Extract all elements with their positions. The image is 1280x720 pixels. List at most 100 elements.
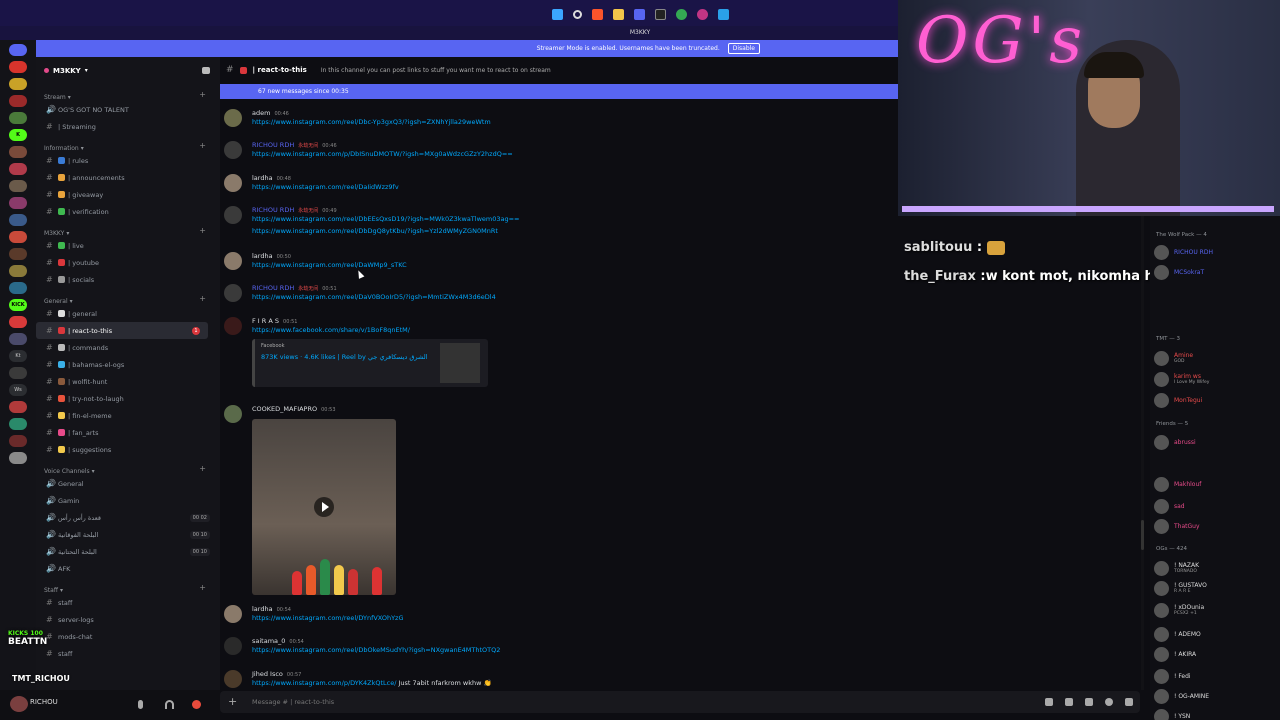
message-link[interactable]: https://www.instagram.com/reel/DaV0BOoIr… bbox=[252, 293, 496, 301]
channel-item[interactable]: # | verification bbox=[36, 203, 220, 220]
channel-item[interactable]: # | wolfit-hunt bbox=[36, 373, 220, 390]
message-composer[interactable]: + Message # | react-to-this bbox=[220, 691, 1140, 713]
server-icon[interactable] bbox=[9, 61, 27, 73]
member-item[interactable]: ! AKIRA bbox=[1154, 646, 1196, 662]
scrollbar-thumb[interactable] bbox=[1141, 520, 1144, 550]
channel-item[interactable]: 🔊 AFK bbox=[36, 560, 220, 577]
server-icon[interactable] bbox=[9, 265, 27, 277]
member-item[interactable]: abrussi bbox=[1154, 434, 1196, 450]
avatar[interactable] bbox=[224, 405, 242, 423]
server-icon[interactable] bbox=[9, 180, 27, 192]
add-attachment-icon[interactable]: + bbox=[228, 695, 237, 708]
add-channel-icon[interactable]: + bbox=[199, 294, 206, 303]
message-author[interactable]: lardha bbox=[252, 605, 273, 613]
gift-icon[interactable] bbox=[1045, 698, 1053, 706]
message-link[interactable]: https://www.instagram.com/reel/DYnfVXOhY… bbox=[252, 614, 404, 622]
terminal-icon[interactable] bbox=[654, 8, 666, 20]
category-header[interactable]: Staff ▾ + bbox=[36, 577, 220, 594]
member-item[interactable]: MonTegui bbox=[1154, 392, 1202, 408]
channel-item[interactable]: 🔊 Gamin bbox=[36, 492, 220, 509]
member-item[interactable]: MCSokraT bbox=[1154, 264, 1204, 280]
folder-icon[interactable] bbox=[612, 8, 624, 20]
settings-icon[interactable] bbox=[192, 700, 201, 709]
message-link[interactable]: https://www.instagram.com/p/DbISnuDMOTW/… bbox=[252, 150, 513, 158]
avatar[interactable] bbox=[224, 605, 242, 623]
headphones-icon[interactable] bbox=[165, 700, 174, 709]
new-messages-bar[interactable]: 67 new messages since 00:35 bbox=[220, 84, 898, 99]
message-author[interactable]: RICHOU RDH bbox=[252, 284, 294, 292]
discord-icon[interactable] bbox=[633, 8, 645, 20]
channel-item[interactable]: # server-logs bbox=[36, 611, 220, 628]
member-item[interactable]: ! YSN bbox=[1154, 708, 1190, 720]
server-icon[interactable] bbox=[9, 248, 27, 260]
avatar[interactable] bbox=[224, 174, 242, 192]
channel-item[interactable]: # | general bbox=[36, 305, 220, 322]
video-attachment[interactable] bbox=[252, 419, 396, 595]
message-author[interactable]: COOKED_MAFIAPRO bbox=[252, 405, 317, 413]
message-author[interactable]: RICHOU RDH bbox=[252, 206, 294, 214]
embed-thumbnail[interactable] bbox=[440, 343, 480, 383]
server-icon[interactable]: Ws bbox=[9, 384, 27, 396]
message-author[interactable]: lardha bbox=[252, 174, 273, 182]
channel-item[interactable]: # | Streaming bbox=[36, 118, 220, 135]
member-item[interactable]: sad bbox=[1154, 498, 1185, 514]
message-author[interactable]: RICHOU RDH bbox=[252, 141, 294, 149]
message-author[interactable]: F I R A S bbox=[252, 317, 279, 325]
server-icon[interactable] bbox=[9, 316, 27, 328]
member-item[interactable]: ! ADEMO bbox=[1154, 626, 1201, 642]
message-link[interactable]: https://www.instagram.com/reel/DbDgQ8ytK… bbox=[252, 227, 498, 235]
member-item[interactable]: ! GUSTAVO R A R E bbox=[1154, 580, 1207, 596]
add-channel-icon[interactable]: + bbox=[199, 583, 206, 592]
windows-icon[interactable] bbox=[551, 8, 563, 20]
avatar[interactable] bbox=[224, 670, 242, 688]
member-item[interactable]: Amine GOD bbox=[1154, 350, 1193, 366]
search-icon[interactable] bbox=[572, 9, 582, 19]
add-channel-icon[interactable]: + bbox=[199, 141, 206, 150]
message-input[interactable]: Message # | react-to-this bbox=[252, 698, 334, 706]
channel-item[interactable]: # staff bbox=[36, 594, 220, 611]
member-item[interactable]: ! Fedi bbox=[1154, 668, 1191, 684]
channel-item[interactable]: # | try-not-to-laugh bbox=[36, 390, 220, 407]
server-icon[interactable] bbox=[9, 452, 27, 464]
member-item[interactable]: ! xDOunia PCSX2 +1 bbox=[1154, 602, 1204, 618]
microphone-icon[interactable] bbox=[138, 700, 143, 709]
server-icon[interactable] bbox=[9, 231, 27, 243]
message-link[interactable]: https://www.instagram.com/reel/DaIidWzz9… bbox=[252, 183, 399, 191]
message-author[interactable]: saitama_0 bbox=[252, 637, 285, 645]
message-author[interactable]: adem bbox=[252, 109, 270, 117]
channel-item[interactable]: # | youtube bbox=[36, 254, 220, 271]
server-icon[interactable] bbox=[9, 95, 27, 107]
invite-icon[interactable] bbox=[202, 67, 210, 74]
avatar[interactable] bbox=[224, 141, 242, 159]
channel-item[interactable]: # | commands bbox=[36, 339, 220, 356]
server-icon[interactable] bbox=[9, 44, 27, 56]
channel-item[interactable]: # | giveaway bbox=[36, 186, 220, 203]
kick-server-icon[interactable]: KICK bbox=[9, 299, 27, 311]
message-link[interactable]: https://www.instagram.com/reel/DaWMp9_sT… bbox=[252, 261, 407, 269]
server-icon[interactable] bbox=[9, 435, 27, 447]
channel-item[interactable]: 🔊 البلحة الفوقانية 00 10 bbox=[36, 526, 220, 543]
category-header[interactable]: Stream ▾ + bbox=[36, 84, 220, 101]
avatar[interactable] bbox=[224, 109, 242, 127]
channel-item[interactable]: # | live bbox=[36, 237, 220, 254]
channel-item[interactable]: 🔊 OG'S GOT NO TALENT bbox=[36, 101, 220, 118]
member-item[interactable]: karim ws I Love My Wifey bbox=[1154, 371, 1209, 387]
category-header[interactable]: Information ▾ + bbox=[36, 135, 220, 152]
member-item[interactable]: RICHOU RDH bbox=[1154, 244, 1213, 260]
category-header[interactable]: General ▾ + bbox=[36, 288, 220, 305]
message-link[interactable]: https://www.instagram.com/reel/DbEEsQxsD… bbox=[252, 215, 520, 223]
message-link[interactable]: https://www.instagram.com/reel/Dbc-Yp3gx… bbox=[252, 118, 491, 126]
gif-icon[interactable] bbox=[1065, 698, 1073, 706]
message-link[interactable]: https://www.instagram.com/p/DYK4ZkQtLce/… bbox=[252, 679, 492, 687]
channel-item[interactable]: # | socials bbox=[36, 271, 220, 288]
server-icon[interactable] bbox=[9, 112, 27, 124]
emoji-icon[interactable] bbox=[1105, 698, 1113, 706]
avatar[interactable] bbox=[224, 637, 242, 655]
guild-header[interactable]: M3KKY ▾ bbox=[36, 57, 220, 84]
channel-item[interactable]: # | bahamas-el-ogs bbox=[36, 356, 220, 373]
channel-item[interactable]: # | announcements bbox=[36, 169, 220, 186]
server-icon[interactable] bbox=[9, 78, 27, 90]
avatar[interactable] bbox=[224, 317, 242, 335]
server-icon[interactable] bbox=[9, 418, 27, 430]
kick-server-icon[interactable]: K bbox=[9, 129, 27, 141]
